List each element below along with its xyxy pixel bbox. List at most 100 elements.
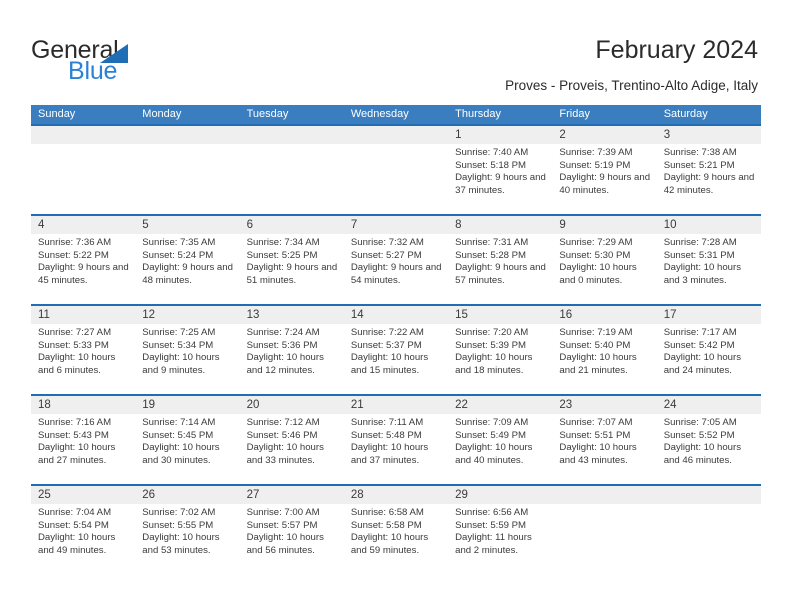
daylight-duration: Daylight: 10 hours and 21 minutes. <box>559 352 637 376</box>
day-cell-10[interactable]: 10 Sunrise: 7:28 AM Sunset: 5:31 PM Dayligh… <box>656 216 761 304</box>
calendar-weeks: 1 Sunrise: 7:40 AM Sunset: 5:18 PM Daylight… <box>31 124 761 574</box>
weekday-header-row: Sunday Monday Tuesday Wednesday Thursday Frid… <box>31 105 761 124</box>
day-cell-4[interactable]: 4 Sunrise: 7:36 AM Sunset: 5:22 PM Daylight… <box>31 216 136 304</box>
calendar-week-row: 25 Sunrise: 7:04 AM Sunset: 5:54 PM Dayligh… <box>31 484 761 574</box>
day-cell-empty <box>656 486 761 574</box>
weekday-header-wednesday: Wednesday <box>350 108 409 120</box>
daylight-duration: Daylight: 10 hours and 0 minutes. <box>559 262 637 286</box>
day-cell-21[interactable]: 21 Sunrise: 7:11 AM Sunset: 5:48 PM Dayligh… <box>343 396 449 484</box>
calendar-week-row: 1 Sunrise: 7:40 AM Sunset: 5:18 PM Daylight… <box>31 124 761 214</box>
day-number: 7 <box>343 216 449 234</box>
day-cell-22[interactable]: 22 Sunrise: 7:09 AM Sunset: 5:49 PM Dayligh… <box>448 396 553 484</box>
day-cell-8[interactable]: 8 Sunrise: 7:31 AM Sunset: 5:28 PM Daylight… <box>448 216 553 304</box>
sunrise-time: Sunrise: 7:25 AM <box>142 327 216 338</box>
sunrise-time: Sunrise: 6:56 AM <box>455 507 529 518</box>
day-sun-info: Sunrise: 7:36 AM Sunset: 5:22 PM Daylight:… <box>31 234 135 287</box>
day-cell-26[interactable]: 26 Sunrise: 7:02 AM Sunset: 5:55 PM Dayligh… <box>135 486 240 574</box>
daylight-duration: Daylight: 10 hours and 46 minutes. <box>663 442 742 466</box>
day-cell-7[interactable]: 7 Sunrise: 7:32 AM Sunset: 5:27 PM Daylight… <box>343 216 449 304</box>
day-cell-11[interactable]: 11 Sunrise: 7:27 AM Sunset: 5:33 PM Dayligh… <box>31 306 136 394</box>
day-sun-info: Sunrise: 7:19 AM Sunset: 5:40 PM Daylight:… <box>552 324 656 377</box>
sunrise-time: Sunrise: 7:28 AM <box>663 237 737 248</box>
sunrise-time: Sunrise: 7:11 AM <box>350 417 424 428</box>
calendar-grid: Sunday Monday Tuesday Wednesday Thursday Frid… <box>31 105 761 574</box>
day-number: 22 <box>448 396 553 414</box>
day-sun-info: Sunrise: 7:29 AM Sunset: 5:30 PM Daylight:… <box>552 234 656 287</box>
day-sun-info: Sunrise: 6:56 AM Sunset: 5:59 PM Daylight:… <box>448 504 552 557</box>
day-sun-info: Sunrise: 7:22 AM Sunset: 5:37 PM Daylight:… <box>344 324 448 377</box>
day-cell-2[interactable]: 2 Sunrise: 7:39 AM Sunset: 5:19 PM Daylight… <box>552 126 657 214</box>
daylight-duration: Daylight: 9 hours and 42 minutes. <box>663 172 755 196</box>
daylight-duration: Daylight: 11 hours and 2 minutes. <box>455 532 532 556</box>
day-sun-info: Sunrise: 7:31 AM Sunset: 5:28 PM Daylight:… <box>448 234 552 287</box>
day-sun-info: Sunrise: 6:58 AM Sunset: 5:58 PM Daylight:… <box>344 504 448 557</box>
sunset-time: Sunset: 5:21 PM <box>663 159 735 171</box>
sunset-time: Sunset: 5:43 PM <box>38 429 109 441</box>
daylight-duration: Daylight: 10 hours and 6 minutes. <box>38 352 116 376</box>
day-number: 18 <box>31 396 136 414</box>
day-number: 3 <box>656 126 761 144</box>
day-cell-16[interactable]: 16 Sunrise: 7:19 AM Sunset: 5:40 PM Dayligh… <box>552 306 657 394</box>
day-cell-3[interactable]: 3 Sunrise: 7:38 AM Sunset: 5:21 PM Daylight… <box>656 126 761 214</box>
day-number: 9 <box>552 216 657 234</box>
day-number: 20 <box>239 396 344 414</box>
day-cell-19[interactable]: 19 Sunrise: 7:14 AM Sunset: 5:45 PM Dayligh… <box>135 396 240 484</box>
sunset-time: Sunset: 5:27 PM <box>350 249 422 261</box>
day-cell-23[interactable]: 23 Sunrise: 7:07 AM Sunset: 5:51 PM Dayligh… <box>552 396 657 484</box>
daylight-duration: Daylight: 10 hours and 33 minutes. <box>246 442 324 466</box>
day-sun-info: Sunrise: 7:00 AM Sunset: 5:57 PM Daylight:… <box>240 504 344 557</box>
day-cell-27[interactable]: 27 Sunrise: 7:00 AM Sunset: 5:57 PM Dayligh… <box>239 486 344 574</box>
calendar-week-row: 11 Sunrise: 7:27 AM Sunset: 5:33 PM Dayligh… <box>31 304 761 394</box>
day-number <box>135 126 240 144</box>
sunrise-time: Sunrise: 7:31 AM <box>455 237 529 248</box>
weekday-header-saturday: Saturday <box>663 108 708 120</box>
day-sun-info: Sunrise: 7:39 AM Sunset: 5:19 PM Daylight:… <box>552 144 656 197</box>
day-sun-info: Sunrise: 7:12 AM Sunset: 5:46 PM Daylight:… <box>240 414 344 467</box>
day-cell-15[interactable]: 15 Sunrise: 7:20 AM Sunset: 5:39 PM Dayligh… <box>448 306 553 394</box>
day-number: 19 <box>135 396 240 414</box>
day-cell-9[interactable]: 9 Sunrise: 7:29 AM Sunset: 5:30 PM Daylight… <box>552 216 657 304</box>
day-cell-empty <box>552 486 657 574</box>
day-cell-12[interactable]: 12 Sunrise: 7:25 AM Sunset: 5:34 PM Dayligh… <box>135 306 240 394</box>
day-sun-info: Sunrise: 7:32 AM Sunset: 5:27 PM Daylight:… <box>344 234 448 287</box>
day-cell-25[interactable]: 25 Sunrise: 7:04 AM Sunset: 5:54 PM Dayligh… <box>31 486 136 574</box>
weekday-header-friday: Friday <box>559 108 590 120</box>
day-cell-13[interactable]: 13 Sunrise: 7:24 AM Sunset: 5:36 PM Dayligh… <box>239 306 344 394</box>
general-blue-logo[interactable]: General Blue <box>31 36 251 88</box>
daylight-duration: Daylight: 10 hours and 37 minutes. <box>350 442 429 466</box>
day-cell-20[interactable]: 20 Sunrise: 7:12 AM Sunset: 5:46 PM Dayligh… <box>239 396 344 484</box>
day-sun-info: Sunrise: 7:14 AM Sunset: 5:45 PM Daylight:… <box>135 414 239 467</box>
sunset-time: Sunset: 5:59 PM <box>455 519 527 531</box>
day-cell-empty <box>239 126 344 214</box>
day-cell-18[interactable]: 18 Sunrise: 7:16 AM Sunset: 5:43 PM Dayligh… <box>31 396 136 484</box>
sunset-time: Sunset: 5:36 PM <box>246 339 318 351</box>
day-cell-29[interactable]: 29 Sunrise: 6:56 AM Sunset: 5:59 PM Dayligh… <box>448 486 553 574</box>
page-header: General Blue February 2024 Proves - Prov… <box>0 0 792 100</box>
sunset-time: Sunset: 5:40 PM <box>559 339 631 351</box>
day-cell-1[interactable]: 1 Sunrise: 7:40 AM Sunset: 5:18 PM Daylight… <box>448 126 553 214</box>
sunset-time: Sunset: 5:31 PM <box>663 249 735 261</box>
sunset-time: Sunset: 5:45 PM <box>142 429 214 441</box>
sunset-time: Sunset: 5:39 PM <box>455 339 527 351</box>
day-number: 28 <box>343 486 449 504</box>
day-number: 25 <box>31 486 136 504</box>
daylight-duration: Daylight: 10 hours and 15 minutes. <box>350 352 429 376</box>
day-number: 13 <box>239 306 344 324</box>
daylight-duration: Daylight: 10 hours and 18 minutes. <box>455 352 533 376</box>
day-sun-info: Sunrise: 7:07 AM Sunset: 5:51 PM Daylight:… <box>552 414 656 467</box>
day-cell-24[interactable]: 24 Sunrise: 7:05 AM Sunset: 5:52 PM Dayligh… <box>656 396 761 484</box>
day-sun-info: Sunrise: 7:24 AM Sunset: 5:36 PM Daylight:… <box>240 324 344 377</box>
calendar-page: General Blue February 2024 Proves - Prov… <box>0 0 792 612</box>
day-cell-6[interactable]: 6 Sunrise: 7:34 AM Sunset: 5:25 PM Daylight… <box>239 216 344 304</box>
weekday-header-tuesday: Tuesday <box>246 108 289 120</box>
day-number: 10 <box>656 216 761 234</box>
day-cell-28[interactable]: 28 Sunrise: 6:58 AM Sunset: 5:58 PM Dayligh… <box>343 486 449 574</box>
day-cell-14[interactable]: 14 Sunrise: 7:22 AM Sunset: 5:37 PM Dayligh… <box>343 306 449 394</box>
sunrise-time: Sunrise: 7:07 AM <box>559 417 633 428</box>
day-cell-5[interactable]: 5 Sunrise: 7:35 AM Sunset: 5:24 PM Daylight… <box>135 216 240 304</box>
day-sun-info: Sunrise: 7:27 AM Sunset: 5:33 PM Daylight:… <box>31 324 135 377</box>
daylight-duration: Daylight: 10 hours and 30 minutes. <box>142 442 220 466</box>
daylight-duration: Daylight: 10 hours and 49 minutes. <box>38 532 116 556</box>
sunrise-time: Sunrise: 7:00 AM <box>246 507 320 518</box>
day-cell-17[interactable]: 17 Sunrise: 7:17 AM Sunset: 5:42 PM Dayligh… <box>656 306 761 394</box>
